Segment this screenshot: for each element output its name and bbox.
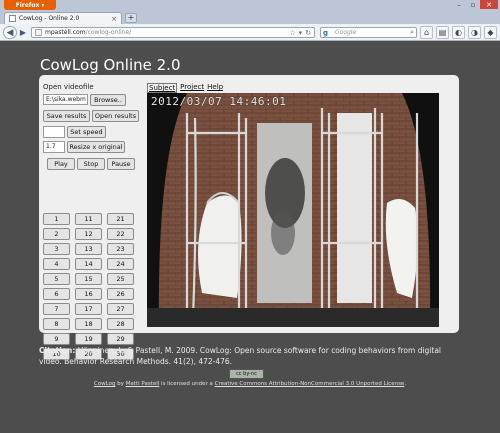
app-panel: Open videofile E:\sika.webm Browse.. Sav… <box>39 75 459 360</box>
code-button-9[interactable]: 9 <box>43 333 70 345</box>
play-button[interactable]: Play <box>47 158 75 170</box>
code-button-4[interactable]: 4 <box>43 258 70 270</box>
code-button-7[interactable]: 7 <box>43 303 70 315</box>
browse-button[interactable]: Browse.. <box>90 94 126 106</box>
code-button-26[interactable]: 26 <box>107 288 134 300</box>
toolbar-icons: ⌂ ▤ ◐ ◑ ◆ <box>420 26 497 39</box>
reload-icon[interactable]: ↻ <box>305 29 311 37</box>
search-input[interactable]: Google <box>335 29 410 36</box>
code-button-13[interactable]: 13 <box>75 243 102 255</box>
code-button-1[interactable]: 1 <box>43 213 70 225</box>
app-menu: Subject Project Help <box>147 83 223 93</box>
home-icon[interactable]: ⌂ <box>420 26 433 39</box>
search-icon[interactable]: ⌕ <box>410 28 414 37</box>
window-close-icon[interactable]: ✕ <box>480 0 498 9</box>
open-results-button[interactable]: Open results <box>92 110 139 122</box>
code-button-8[interactable]: 8 <box>43 318 70 330</box>
bookmarks-icon[interactable]: ▤ <box>436 26 449 39</box>
site-identity-icon[interactable] <box>35 29 42 36</box>
code-button-14[interactable]: 14 <box>75 258 102 270</box>
save-results-button[interactable]: Save results <box>43 110 90 122</box>
code-button-11[interactable]: 11 <box>75 213 102 225</box>
back-arrow-icon[interactable]: ◀ <box>3 26 17 39</box>
code-button-19[interactable]: 19 <box>75 333 102 345</box>
tab-strip: CowLog - Online 2.0 × + <box>0 10 500 24</box>
sync-icon[interactable]: ◑ <box>468 26 481 39</box>
navigation-toolbar: ◀ ▶ mpastell.com /cowlog-online/ ☆ ▾ ↻ g… <box>0 24 500 41</box>
menu-project[interactable]: Project <box>180 83 204 93</box>
history-dropdown-icon[interactable]: ▾ <box>299 29 303 37</box>
cowlog-link[interactable]: CowLog <box>94 381 116 387</box>
license-link[interactable]: Creative Commons Attribution-NonCommerci… <box>215 381 405 387</box>
code-button-2[interactable]: 2 <box>43 228 70 240</box>
code-button-25[interactable]: 25 <box>107 273 134 285</box>
addon-icon[interactable]: ◐ <box>452 26 465 39</box>
set-speed-button[interactable]: Set speed <box>67 126 106 138</box>
citation: Citation: Hänninen, L. & Pastell, M. 200… <box>39 345 459 367</box>
stop-button[interactable]: Stop <box>77 158 105 170</box>
code-button-24[interactable]: 24 <box>107 258 134 270</box>
tab-close-icon[interactable]: × <box>111 15 117 23</box>
search-bar[interactable]: g Google ⌕ <box>320 27 417 38</box>
maximize-icon[interactable]: ▫ <box>466 0 480 9</box>
videofile-input[interactable]: E:\sika.webm <box>43 94 88 105</box>
search-engine-icon[interactable]: g <box>323 29 335 37</box>
code-button-15[interactable]: 15 <box>75 273 102 285</box>
code-button-6[interactable]: 6 <box>43 288 70 300</box>
license-line: CowLog by Matti Pastell is licensed unde… <box>0 381 500 387</box>
firefox-menu-label: Firefox <box>15 1 40 9</box>
author-link[interactable]: Matti Pastell <box>126 381 160 387</box>
code-button-5[interactable]: 5 <box>43 273 70 285</box>
new-tab-button[interactable]: + <box>125 13 137 23</box>
code-button-28[interactable]: 28 <box>107 318 134 330</box>
speed-input[interactable] <box>43 126 65 138</box>
code-button-3[interactable]: 3 <box>43 243 70 255</box>
page-content: CowLog Online 2.0 Open videofile E:\sika… <box>0 42 500 433</box>
url-path: /cowlog-online/ <box>85 29 132 36</box>
license-end-text: . <box>404 381 407 387</box>
license-mid-text: is licensed under a <box>159 381 215 387</box>
code-button-21[interactable]: 21 <box>107 213 134 225</box>
citation-text: Hänninen, L. & Pastell, M. 2009. CowLog:… <box>39 346 441 366</box>
page-title: CowLog Online 2.0 <box>40 56 181 74</box>
cc-license-badge[interactable]: cc by-nc <box>229 369 264 379</box>
code-button-23[interactable]: 23 <box>107 243 134 255</box>
firefox-menu-button[interactable]: Firefox ▾ <box>4 0 56 10</box>
page-favicon-icon <box>9 15 16 22</box>
menu-help[interactable]: Help <box>207 83 223 93</box>
license-by-text: by <box>115 381 126 387</box>
video-timestamp: 2012/03/07 14:46:01 <box>151 95 287 108</box>
code-button-29[interactable]: 29 <box>107 333 134 345</box>
pause-button[interactable]: Pause <box>107 158 135 170</box>
code-button-16[interactable]: 16 <box>75 288 102 300</box>
minimize-icon[interactable]: – <box>452 0 466 9</box>
code-button-17[interactable]: 17 <box>75 303 102 315</box>
url-bar-actions: ☆ ▾ ↻ <box>289 29 311 37</box>
url-bar[interactable]: mpastell.com /cowlog-online/ ☆ ▾ ↻ <box>31 27 315 38</box>
url-host: mpastell.com <box>45 29 86 36</box>
video-player[interactable]: 2012/03/07 14:46:01 <box>147 93 439 327</box>
extension-icon[interactable]: ◆ <box>484 26 497 39</box>
video-frame <box>147 93 439 327</box>
browser-tab[interactable]: CowLog - Online 2.0 × <box>4 12 122 24</box>
forward-arrow-icon[interactable]: ▶ <box>18 26 28 39</box>
chevron-down-icon: ▾ <box>41 1 45 9</box>
tab-title: CowLog - Online 2.0 <box>19 15 80 22</box>
code-button-18[interactable]: 18 <box>75 318 102 330</box>
resize-button[interactable]: Resize x original <box>67 141 125 153</box>
bookmark-star-icon[interactable]: ☆ <box>289 29 295 37</box>
window-controls: – ▫ ✕ <box>452 0 498 10</box>
code-button-22[interactable]: 22 <box>107 228 134 240</box>
citation-label: Citation: <box>39 346 76 355</box>
resize-input[interactable]: 1.7 <box>43 141 65 153</box>
code-button-12[interactable]: 12 <box>75 228 102 240</box>
menu-subject[interactable]: Subject <box>147 83 178 93</box>
window-titlebar: Firefox ▾ – ▫ ✕ <box>0 0 500 10</box>
code-button-27[interactable]: 27 <box>107 303 134 315</box>
open-videofile-label: Open videofile <box>43 83 94 91</box>
